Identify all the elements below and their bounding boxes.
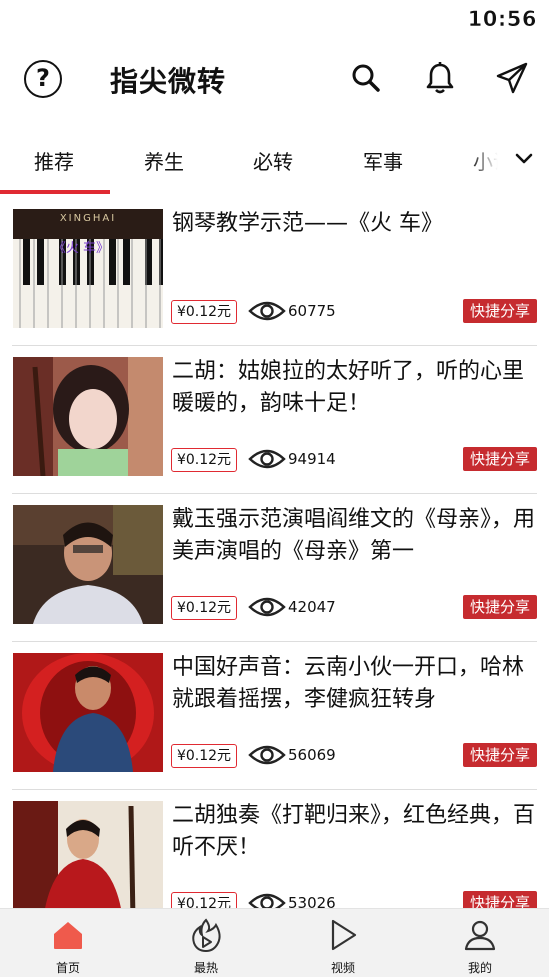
svg-text:《火 车》: 《火 车》	[53, 240, 109, 256]
svg-text:XINGHAI: XINGHAI	[60, 213, 116, 224]
view-count: 94914	[288, 450, 336, 468]
video-title[interactable]: 二胡独奏《打靶归来》，红色经典，百听不厌！	[172, 800, 544, 864]
tab-military[interactable]: 军事	[363, 146, 403, 175]
price-badge: ¥0.12元	[171, 300, 237, 324]
tab-must-share[interactable]: 必转	[253, 146, 293, 175]
chevron-down-icon[interactable]	[513, 148, 535, 170]
nav-label: 首页	[55, 961, 80, 975]
video-title[interactable]: 钢琴教学示范——《火 车》	[172, 208, 544, 240]
search-icon[interactable]	[348, 60, 384, 96]
nav-home[interactable]: 首页	[28, 909, 108, 977]
view-count: 60775	[288, 302, 336, 320]
video-title[interactable]: 二胡：姑娘拉的太好听了，听的心里暖暖的，韵味十足！	[172, 356, 544, 420]
nav-video[interactable]: 视频	[303, 909, 383, 977]
list-item[interactable]: 中国好声音：云南小伙一开口，哈林就跟着摇摆，李健疯狂转身 ¥0.12元 5606…	[12, 642, 537, 790]
nav-label: 我的	[467, 961, 492, 975]
eye-icon	[248, 592, 286, 622]
video-thumbnail[interactable]: XINGHAI 《火 车》	[13, 209, 163, 328]
tab-recommend[interactable]: 推荐	[34, 146, 74, 175]
view-count: 42047	[288, 598, 336, 616]
video-feed[interactable]: XINGHAI 《火 车》 钢琴教学示范——《火 车》 ¥0.12元 60775…	[0, 198, 549, 908]
nav-label: 最热	[193, 961, 218, 975]
status-bar: 10:56	[0, 0, 549, 38]
quick-share-button[interactable]: 快捷分享	[463, 743, 537, 767]
eye-icon	[248, 444, 286, 474]
list-item[interactable]: 二胡独奏《打靶归来》，红色经典，百听不厌！ ¥0.12元 53026 快捷分享	[12, 790, 537, 908]
tab-health[interactable]: 养生	[144, 146, 184, 175]
video-title[interactable]: 戴玉强示范演唱阎维文的《母亲》，用美声演唱的《母亲》第一	[172, 504, 544, 568]
video-title[interactable]: 中国好声音：云南小伙一开口，哈林就跟着摇摆，李健疯狂转身	[172, 652, 544, 716]
eye-icon	[248, 888, 286, 908]
tab-active-indicator	[0, 190, 110, 194]
video-thumbnail[interactable]	[13, 505, 163, 624]
video-thumbnail[interactable]	[13, 653, 163, 772]
nav-label: 视频	[330, 961, 355, 975]
video-thumbnail[interactable]	[13, 357, 163, 476]
play-icon	[331, 919, 357, 951]
eye-icon	[248, 740, 286, 770]
bell-icon[interactable]	[422, 60, 458, 96]
quick-share-button[interactable]: 快捷分享	[463, 447, 537, 471]
home-icon	[54, 922, 82, 949]
price-badge: ¥0.12元	[171, 448, 237, 472]
price-badge: ¥0.12元	[171, 596, 237, 620]
status-time: 10:56	[467, 7, 537, 32]
view-count: 56069	[288, 746, 336, 764]
bottom-nav: 首页 最热 视频 我的	[0, 908, 549, 977]
page-title: 指尖微转	[110, 65, 227, 98]
hot-icon	[192, 918, 221, 953]
video-thumbnail[interactable]	[13, 801, 163, 908]
quick-share-button[interactable]: 快捷分享	[463, 595, 537, 619]
list-item[interactable]: 戴玉强示范演唱阎维文的《母亲》，用美声演唱的《母亲》第一 ¥0.12元 4204…	[12, 494, 537, 642]
quick-share-button[interactable]: 快捷分享	[463, 891, 537, 908]
nav-hot[interactable]: 最热	[166, 909, 246, 977]
list-item[interactable]: XINGHAI 《火 车》 钢琴教学示范——《火 车》 ¥0.12元 60775…	[12, 198, 537, 346]
nav-mine[interactable]: 我的	[440, 909, 520, 977]
price-badge: ¥0.12元	[171, 892, 237, 908]
send-icon[interactable]	[494, 60, 530, 96]
user-icon	[464, 920, 496, 951]
price-badge: ¥0.12元	[171, 744, 237, 768]
list-item[interactable]: 二胡：姑娘拉的太好听了，听的心里暖暖的，韵味十足！ ¥0.12元 94914 快…	[12, 346, 537, 494]
view-count: 53026	[288, 894, 336, 908]
quick-share-button[interactable]: 快捷分享	[463, 299, 537, 323]
tab-fade	[470, 124, 549, 190]
category-tabs: 推荐 养生 必转 军事 小说	[0, 124, 549, 196]
help-button[interactable]: ?	[24, 60, 62, 98]
eye-icon	[248, 296, 286, 326]
app-header: ? 指尖微转	[0, 38, 549, 124]
